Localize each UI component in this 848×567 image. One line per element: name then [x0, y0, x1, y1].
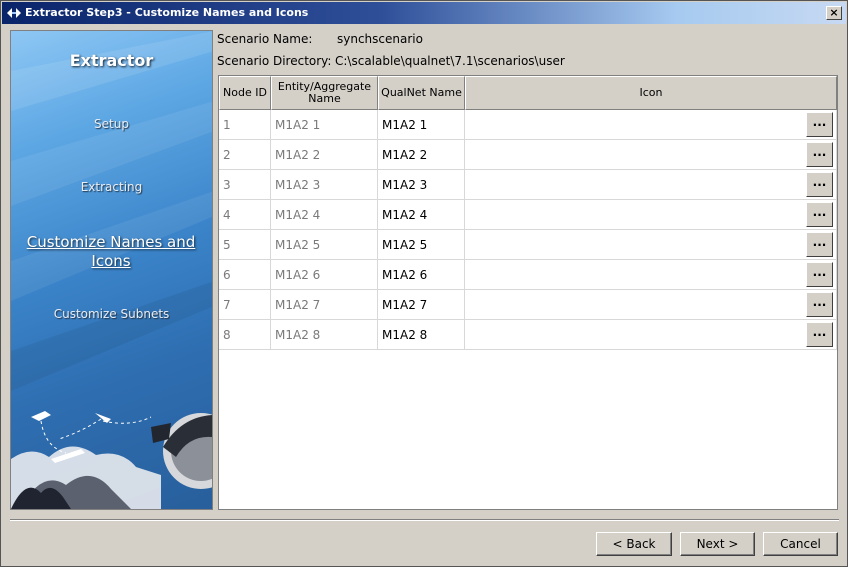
entity-name-cell: M1A2 1 [271, 110, 378, 140]
back-button[interactable]: < Back [596, 532, 672, 556]
browse-icon-button[interactable]: ... [806, 322, 833, 347]
icon-cell[interactable]: ... [465, 290, 837, 320]
step-setup[interactable]: Setup [11, 117, 212, 131]
browse-icon-button[interactable]: ... [806, 172, 833, 197]
title-bar[interactable]: Extractor Step3 - Customize Names and Ic… [2, 2, 846, 24]
entity-name-cell: M1A2 6 [271, 260, 378, 290]
qualnet-name-cell[interactable]: M1A2 3 [378, 170, 465, 200]
qualnet-name-cell[interactable]: M1A2 7 [378, 290, 465, 320]
node-id-cell: 2 [219, 140, 271, 170]
cancel-button[interactable]: Cancel [763, 532, 838, 556]
icon-cell[interactable]: ... [465, 140, 837, 170]
entity-name-cell: M1A2 4 [271, 200, 378, 230]
qualnet-name-cell[interactable]: M1A2 6 [378, 260, 465, 290]
table-header: Node ID Entity/Aggregate Name QualNet Na… [219, 76, 837, 110]
column-header-node-id[interactable]: Node ID [219, 76, 271, 110]
node-id-cell: 6 [219, 260, 271, 290]
node-id-cell: 4 [219, 200, 271, 230]
sidebar-illustration [11, 411, 212, 509]
browse-icon-button[interactable]: ... [806, 112, 833, 137]
column-header-qualnet-name[interactable]: QualNet Name [378, 76, 465, 110]
step-extracting[interactable]: Extracting [11, 180, 212, 194]
table-row[interactable]: 6 M1A2 6 M1A2 6 ... [219, 260, 837, 290]
icon-cell[interactable]: ... [465, 170, 837, 200]
table-row[interactable]: 5 M1A2 5 M1A2 5 ... [219, 230, 837, 260]
sidebar-title: Extractor [69, 51, 154, 70]
browse-icon-button[interactable]: ... [806, 262, 833, 287]
table-row[interactable]: 4 M1A2 4 M1A2 4 ... [219, 200, 837, 230]
browse-icon-button[interactable]: ... [806, 232, 833, 257]
close-button[interactable]: × [826, 6, 842, 20]
table-row[interactable]: 1 M1A2 1 M1A2 1 ... [219, 110, 837, 140]
node-id-cell: 5 [219, 230, 271, 260]
wizard-sidebar: Extractor Setup Extracting Customize Nam… [10, 30, 213, 510]
node-id-cell: 8 [219, 320, 271, 350]
app-icon [7, 8, 21, 18]
column-header-entity-name[interactable]: Entity/Aggregate Name [271, 76, 378, 110]
column-header-icon[interactable]: Icon [465, 76, 837, 110]
entity-name-cell: M1A2 8 [271, 320, 378, 350]
qualnet-name-cell[interactable]: M1A2 4 [378, 200, 465, 230]
entity-name-cell: M1A2 7 [271, 290, 378, 320]
step-customize-subnets[interactable]: Customize Subnets [11, 307, 212, 321]
node-table[interactable]: Node ID Entity/Aggregate Name QualNet Na… [218, 75, 838, 510]
node-id-cell: 1 [219, 110, 271, 140]
icon-cell[interactable]: ... [465, 260, 837, 290]
table-row[interactable]: 2 M1A2 2 M1A2 2 ... [219, 140, 837, 170]
entity-name-cell: M1A2 2 [271, 140, 378, 170]
qualnet-name-cell[interactable]: M1A2 8 [378, 320, 465, 350]
browse-icon-button[interactable]: ... [806, 142, 833, 167]
entity-name-cell: M1A2 3 [271, 170, 378, 200]
next-button[interactable]: Next > [680, 532, 755, 556]
table-row[interactable]: 3 M1A2 3 M1A2 3 ... [219, 170, 837, 200]
node-id-cell: 3 [219, 170, 271, 200]
extractor-dialog: Extractor Step3 - Customize Names and Ic… [0, 0, 848, 567]
icon-cell[interactable]: ... [465, 320, 837, 350]
footer-divider [10, 519, 839, 521]
qualnet-name-cell[interactable]: M1A2 5 [378, 230, 465, 260]
browse-icon-button[interactable]: ... [806, 202, 833, 227]
window-title: Extractor Step3 - Customize Names and Ic… [25, 6, 309, 19]
table-row[interactable]: 8 M1A2 8 M1A2 8 ... [219, 320, 837, 350]
scenario-directory-value: C:\scalable\qualnet\7.1\scenarios\user [335, 54, 565, 68]
qualnet-name-cell[interactable]: M1A2 2 [378, 140, 465, 170]
node-id-cell: 7 [219, 290, 271, 320]
icon-cell[interactable]: ... [465, 230, 837, 260]
qualnet-name-cell[interactable]: M1A2 1 [378, 110, 465, 140]
icon-cell[interactable]: ... [465, 110, 837, 140]
table-row[interactable]: 7 M1A2 7 M1A2 7 ... [219, 290, 837, 320]
scenario-name-value: synchscenario [337, 32, 423, 46]
entity-name-cell: M1A2 5 [271, 230, 378, 260]
step-customize-names-icons[interactable]: Customize Names and Icons [26, 233, 196, 271]
browse-icon-button[interactable]: ... [806, 292, 833, 317]
scenario-name-label: Scenario Name: [217, 32, 313, 46]
scenario-directory-label: Scenario Directory: [217, 54, 332, 68]
icon-cell[interactable]: ... [465, 200, 837, 230]
